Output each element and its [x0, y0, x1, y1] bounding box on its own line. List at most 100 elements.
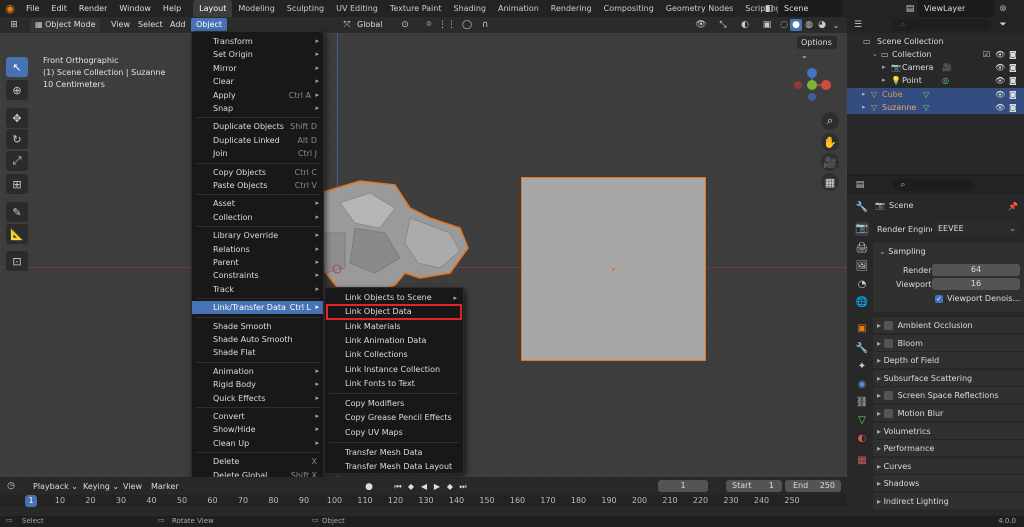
- outliner-search-input[interactable]: [893, 19, 991, 31]
- mode-dropdown[interactable]: ▦ Object Mode: [30, 18, 100, 32]
- link-menu-item-link-object-data[interactable]: Link Object Data: [326, 304, 462, 321]
- object-menu-item-mirror[interactable]: Mirror ▸: [192, 62, 323, 75]
- link-menu-item-link-collections[interactable]: Link Collections: [325, 348, 463, 362]
- object-menu-item-quick-effects[interactable]: Quick Effects ▸: [192, 392, 323, 405]
- camera-data-icon[interactable]: 🎥: [942, 61, 952, 74]
- menu-file[interactable]: File: [20, 0, 45, 17]
- panel-indirect-lighting[interactable]: ▸ Indirect Lighting: [873, 492, 1024, 509]
- pan-icon[interactable]: ✋: [821, 133, 839, 151]
- orientation-dropdown[interactable]: Global: [352, 18, 392, 32]
- object-menu-item-parent[interactable]: Parent ▸: [192, 256, 323, 269]
- object-menu-item-duplicate-objects[interactable]: Duplicate Objects Shift D: [192, 120, 323, 133]
- link-menu-item-link-materials[interactable]: Link Materials: [325, 320, 463, 334]
- link-menu-item-transfer-mesh-data[interactable]: Transfer Mesh Data: [325, 446, 463, 460]
- link-menu-item-link-fonts-to-text[interactable]: Link Fonts to Text: [325, 377, 463, 391]
- render-visibility-icon[interactable]: ◙: [1009, 101, 1017, 114]
- object-menu-item-rigid-body[interactable]: Rigid Body ▸: [192, 378, 323, 391]
- add-menu[interactable]: Add: [165, 18, 191, 32]
- object-menu-item-relations[interactable]: Relations ▸: [192, 243, 323, 256]
- menu-help[interactable]: Help: [157, 0, 187, 17]
- properties-editor-icon[interactable]: ▤: [853, 179, 867, 191]
- viewport-samples-field[interactable]: 16: [932, 278, 1020, 290]
- workspace-tab-shading[interactable]: Shading: [447, 0, 492, 17]
- panel-bloom[interactable]: ▸ Bloom: [873, 333, 1024, 351]
- outliner-row-cube[interactable]: ▸ ▽ Cube ▽ 👁 ◙: [847, 87, 1024, 101]
- visibility-icon[interactable]: 👁: [694, 19, 708, 31]
- end-frame-field[interactable]: End 250: [785, 480, 841, 492]
- object-menu-item-duplicate-linked[interactable]: Duplicate Linked Alt D: [192, 134, 323, 147]
- render-tab-icon[interactable]: 📷: [855, 222, 869, 236]
- modifier-tab-icon[interactable]: 🔧: [855, 342, 869, 356]
- workspace-tab-texture-paint[interactable]: Texture Paint: [384, 0, 448, 17]
- gizmo-icon[interactable]: ⤡: [716, 19, 730, 31]
- render-visibility-icon[interactable]: ◙: [1009, 48, 1017, 61]
- suzanne-object[interactable]: [300, 173, 470, 303]
- sampling-panel-header[interactable]: ⌄ Sampling: [873, 243, 1024, 260]
- perspective-toggle-icon[interactable]: ▦: [821, 173, 839, 191]
- object-menu-item-convert[interactable]: Convert ▸: [192, 410, 323, 423]
- record-icon[interactable]: ●: [362, 480, 376, 493]
- playhead[interactable]: 1: [25, 495, 37, 507]
- shading-options-icon[interactable]: ⌄: [830, 19, 842, 31]
- panel-subsurface-scattering[interactable]: ▸ Subsurface Scattering: [873, 368, 1024, 386]
- object-menu-item-copy-objects[interactable]: Copy Objects Ctrl C: [192, 166, 323, 179]
- shading-material-icon[interactable]: ◍: [803, 19, 815, 31]
- object-menu-item-transform[interactable]: Transform ▸: [192, 35, 323, 48]
- workspace-tab-sculpting[interactable]: Sculpting: [281, 0, 330, 17]
- annotate-tool[interactable]: ✎: [6, 202, 28, 222]
- visibility-eye-icon[interactable]: 👁: [995, 88, 1005, 101]
- object-menu-item-apply[interactable]: Apply Ctrl A ▸: [192, 89, 323, 102]
- object-menu-item-collection[interactable]: Collection ▸: [192, 211, 323, 224]
- material-tab-icon[interactable]: ◐: [855, 432, 869, 446]
- object-menu[interactable]: Object: [191, 18, 228, 32]
- cursor-tool[interactable]: ⊕: [6, 80, 28, 100]
- outliner-row-collection[interactable]: ⌄ ▭ Collection ☑ 👁 ◙: [847, 48, 1024, 61]
- play-reverse-icon[interactable]: ◀: [418, 480, 430, 493]
- visibility-eye-icon[interactable]: 👁: [995, 48, 1005, 61]
- panel-enable-checkbox[interactable]: [883, 321, 893, 330]
- render-engine-dropdown[interactable]: EEVEE ⌄: [932, 222, 1020, 235]
- jump-end-icon[interactable]: ⏭: [457, 480, 469, 493]
- options-button[interactable]: Options ⌄: [797, 36, 837, 60]
- blender-logo-icon[interactable]: ◉: [0, 0, 20, 17]
- view-menu[interactable]: View: [106, 18, 135, 32]
- xray-icon[interactable]: ▣: [760, 19, 774, 31]
- camera-view-icon[interactable]: 🎥: [821, 153, 839, 171]
- render-visibility-icon[interactable]: ◙: [1009, 74, 1017, 87]
- object-menu-item-shade-flat[interactable]: Shade Flat: [192, 346, 323, 359]
- jump-start-icon[interactable]: ⏮: [392, 480, 404, 493]
- play-icon[interactable]: ▶: [431, 480, 443, 493]
- object-tab-icon[interactable]: ▣: [855, 322, 869, 336]
- view-layer-tab-icon[interactable]: 🖼: [855, 260, 869, 274]
- object-menu-item-library-override[interactable]: Library Override ▸: [192, 229, 323, 242]
- rotate-tool[interactable]: ↻: [6, 129, 28, 149]
- expand-arrow-icon[interactable]: ▸: [862, 101, 866, 114]
- panel-volumetrics[interactable]: ▸ Volumetrics: [873, 421, 1024, 439]
- panel-ambient-occlusion[interactable]: ▸ Ambient Occlusion: [873, 316, 1024, 333]
- marker-menu[interactable]: Marker: [146, 480, 184, 494]
- link-menu-item-link-objects-to-scene[interactable]: Link Objects to Scene ▸: [325, 291, 463, 305]
- workspace-tab-uv-editing[interactable]: UV Editing: [330, 0, 384, 17]
- cube-object[interactable]: [521, 177, 706, 361]
- object-menu-item-link-transfer-data[interactable]: Link/Transfer Data Ctrl L ▸: [192, 301, 323, 315]
- proportional-edit-icon[interactable]: ◯: [460, 19, 474, 31]
- object-menu-item-snap[interactable]: Snap ▸: [192, 102, 323, 115]
- current-frame-field[interactable]: 1: [658, 480, 708, 492]
- panel-enable-checkbox[interactable]: [883, 409, 893, 418]
- panel-enable-checkbox[interactable]: [883, 391, 893, 401]
- render-samples-field[interactable]: 64: [932, 264, 1020, 276]
- workspace-tab-animation[interactable]: Animation: [492, 0, 545, 17]
- object-menu-item-delete[interactable]: Delete X: [192, 455, 323, 468]
- object-menu-item-shade-smooth[interactable]: Shade Smooth: [192, 320, 323, 333]
- outliner-row-point[interactable]: ▸ 💡 Point ◎ 👁 ◙: [847, 74, 1024, 87]
- workspace-tab-geometry-nodes[interactable]: Geometry Nodes: [660, 0, 739, 17]
- panel-enable-checkbox[interactable]: [883, 338, 893, 348]
- start-frame-field[interactable]: Start 1: [726, 480, 782, 492]
- editor-type-icon[interactable]: ⊞: [4, 19, 24, 31]
- physics-tab-icon[interactable]: ◉: [855, 378, 869, 392]
- scene-name[interactable]: Scene: [778, 0, 842, 17]
- view-layer-close-icon[interactable]: ⊗: [996, 2, 1010, 15]
- expand-arrow-icon[interactable]: ▸: [862, 88, 866, 101]
- zoom-icon[interactable]: ⌕: [821, 112, 839, 130]
- object-menu-item-show-hide[interactable]: Show/Hide ▸: [192, 423, 323, 436]
